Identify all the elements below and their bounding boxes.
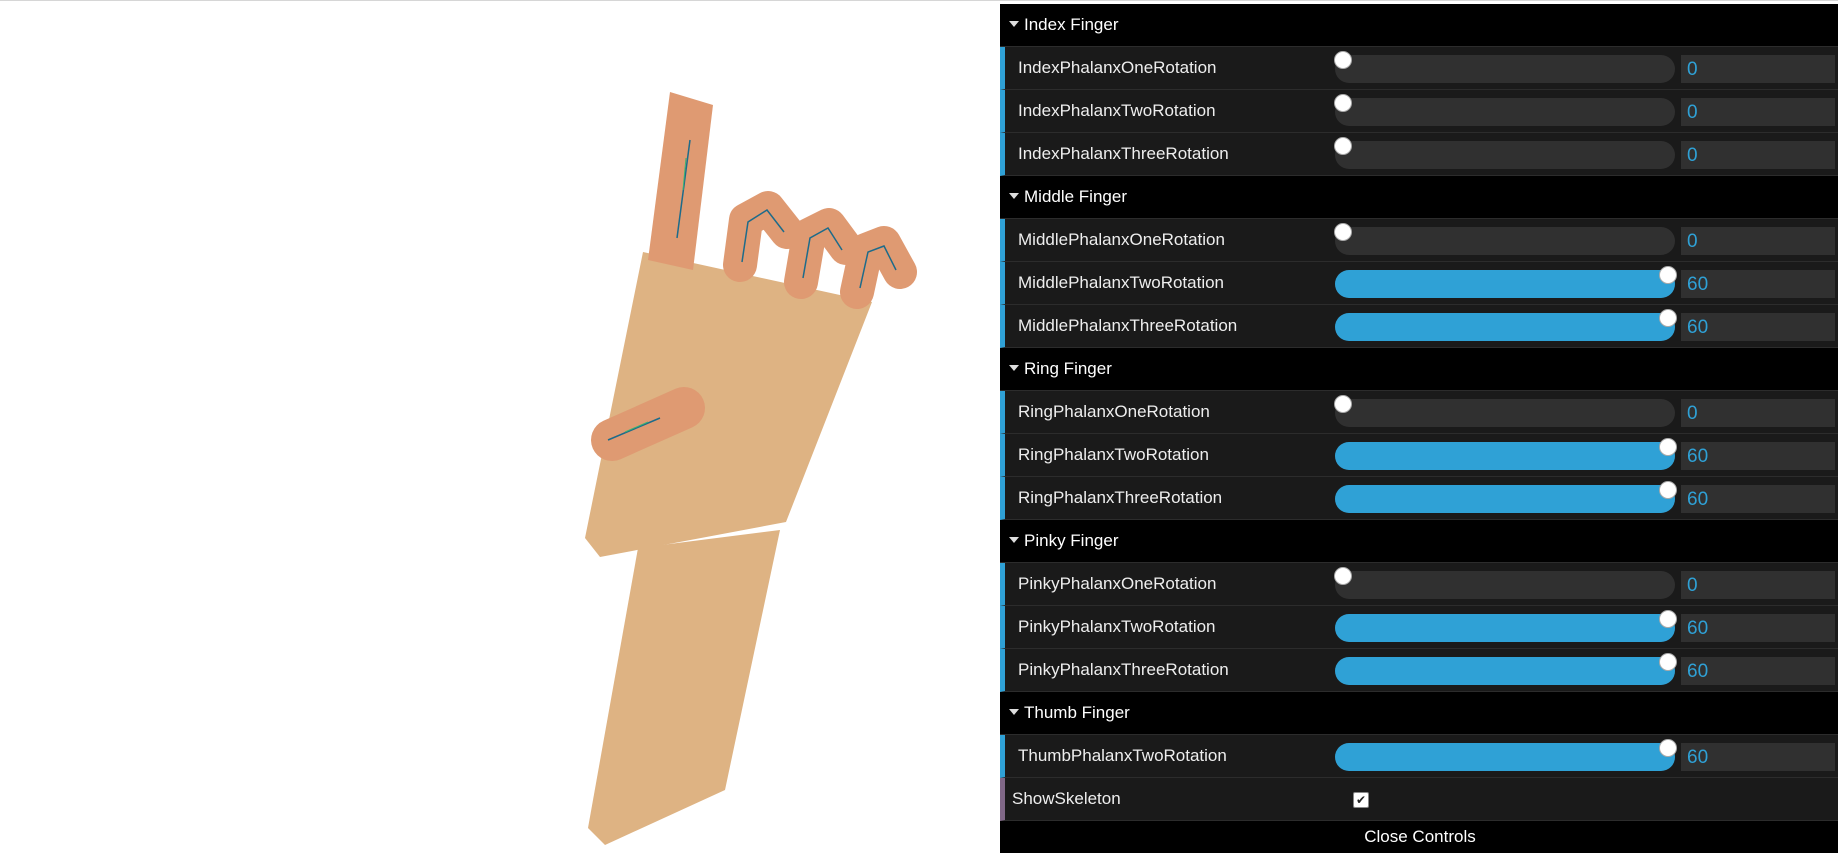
folder-title[interactable]: Middle Finger — [1000, 176, 1838, 219]
value-input[interactable]: 60 — [1681, 270, 1835, 298]
rotation-slider[interactable] — [1335, 438, 1677, 470]
slider-fill — [1335, 270, 1675, 298]
control-label: MiddlePhalanxTwoRotation — [1018, 273, 1225, 292]
show-skeleton-checkbox[interactable]: ✔ — [1353, 792, 1369, 808]
folder-title-label: Middle Finger — [1024, 187, 1127, 206]
folder-title-label: Pinky Finger — [1024, 531, 1119, 550]
control-label: RingPhalanxThreeRotation — [1018, 488, 1223, 507]
slider-knob[interactable] — [1659, 309, 1677, 327]
slider-knob[interactable] — [1659, 739, 1677, 757]
caret-down-icon — [1009, 709, 1019, 715]
slider-knob[interactable] — [1659, 653, 1677, 671]
rotation-slider[interactable] — [1334, 94, 1675, 126]
slider-knob[interactable] — [1659, 610, 1677, 628]
rotation-slider[interactable] — [1335, 739, 1677, 771]
slider-knob[interactable] — [1659, 438, 1677, 456]
control-label: IndexPhalanxThreeRotation — [1018, 144, 1229, 163]
caret-down-icon — [1009, 193, 1019, 199]
control-label: MiddlePhalanxThreeRotation — [1018, 316, 1238, 335]
value-input[interactable]: 60 — [1681, 485, 1835, 513]
slider-fill — [1335, 657, 1675, 685]
slider-control-row: IndexPhalanxTwoRotation 0 — [1000, 90, 1838, 133]
slider-control-row: RingPhalanxOneRotation 0 — [1000, 391, 1838, 434]
slider-fill — [1335, 485, 1675, 513]
rotation-slider[interactable] — [1335, 653, 1677, 685]
rotation-slider[interactable] — [1334, 395, 1675, 427]
slider-control-row: IndexPhalanxThreeRotation 0 — [1000, 133, 1838, 176]
control-label: RingPhalanxTwoRotation — [1018, 445, 1209, 464]
value-input[interactable]: 60 — [1681, 743, 1835, 771]
index-finger — [648, 92, 713, 270]
control-label: IndexPhalanxTwoRotation — [1018, 101, 1216, 120]
folder-title-label: Ring Finger — [1024, 359, 1112, 378]
value-input[interactable]: 60 — [1681, 313, 1835, 341]
slider-knob[interactable] — [1334, 51, 1352, 69]
slider-knob[interactable] — [1334, 137, 1352, 155]
control-label: RingPhalanxOneRotation — [1018, 402, 1210, 421]
slider-knob[interactable] — [1659, 266, 1677, 284]
slider-control-row: MiddlePhalanxOneRotation 0 — [1000, 219, 1838, 262]
value-input[interactable]: 60 — [1681, 657, 1835, 685]
control-label: IndexPhalanxOneRotation — [1018, 58, 1217, 77]
slider-fill — [1335, 614, 1675, 642]
control-label: PinkyPhalanxOneRotation — [1018, 574, 1217, 593]
rotation-slider[interactable] — [1334, 51, 1675, 83]
value-input[interactable]: 60 — [1681, 442, 1835, 470]
rotation-slider[interactable] — [1334, 137, 1675, 169]
slider-control-row: IndexPhalanxOneRotation 0 — [1000, 47, 1838, 90]
value-input[interactable]: 0 — [1681, 571, 1835, 599]
slider-control-row: RingPhalanxThreeRotation 60 — [1000, 477, 1838, 520]
rotation-slider[interactable] — [1334, 567, 1675, 599]
control-label: ThumbPhalanxTwoRotation — [1018, 746, 1227, 765]
close-controls-button[interactable]: Close Controls — [1000, 821, 1838, 853]
value-input[interactable]: 0 — [1681, 55, 1835, 83]
slider-fill — [1335, 442, 1675, 470]
rotation-slider[interactable] — [1335, 481, 1677, 513]
forearm — [588, 530, 780, 845]
rotation-slider[interactable] — [1335, 610, 1677, 642]
slider-control-row: PinkyPhalanxTwoRotation 60 — [1000, 606, 1838, 649]
folder-title[interactable]: Ring Finger — [1000, 348, 1838, 391]
value-input[interactable]: 0 — [1681, 227, 1835, 255]
value-input[interactable]: 0 — [1681, 399, 1835, 427]
slider-knob[interactable] — [1659, 481, 1677, 499]
slider-control-row: ThumbPhalanxTwoRotation 60 — [1000, 735, 1838, 778]
slider-knob[interactable] — [1334, 223, 1352, 241]
folder-title[interactable]: Thumb Finger — [1000, 692, 1838, 735]
slider-knob[interactable] — [1334, 395, 1352, 413]
slider-knob[interactable] — [1334, 94, 1352, 112]
value-input[interactable]: 0 — [1681, 98, 1835, 126]
folder-title[interactable]: Pinky Finger — [1000, 520, 1838, 563]
folder-title-label: Thumb Finger — [1024, 703, 1130, 722]
rotation-slider[interactable] — [1334, 223, 1675, 255]
slider-knob[interactable] — [1334, 567, 1352, 585]
slider-control-row: PinkyPhalanxThreeRotation 60 — [1000, 649, 1838, 692]
rotation-slider[interactable] — [1335, 309, 1677, 341]
show-skeleton-row: ShowSkeleton ✔ — [1000, 778, 1838, 821]
control-label: MiddlePhalanxOneRotation — [1018, 230, 1225, 249]
hand-3d-viewport[interactable] — [0, 0, 1000, 852]
slider-control-row: RingPhalanxTwoRotation 60 — [1000, 434, 1838, 477]
slider-fill — [1335, 743, 1675, 771]
folder-title[interactable]: Index Finger — [1000, 4, 1838, 47]
palm — [585, 252, 872, 557]
value-input[interactable]: 60 — [1681, 614, 1835, 642]
folder-title-label: Index Finger — [1024, 15, 1119, 34]
caret-down-icon — [1009, 537, 1019, 543]
control-label: PinkyPhalanxThreeRotation — [1018, 660, 1229, 679]
show-skeleton-label: ShowSkeleton — [1012, 789, 1121, 808]
caret-down-icon — [1009, 365, 1019, 371]
slider-control-row: PinkyPhalanxOneRotation 0 — [1000, 563, 1838, 606]
controls-panel: Index Finger IndexPhalanxOneRotation 0 Inde… — [1000, 4, 1838, 853]
caret-down-icon — [1009, 21, 1019, 27]
value-input[interactable]: 0 — [1681, 141, 1835, 169]
slider-control-row: MiddlePhalanxTwoRotation 60 — [1000, 262, 1838, 305]
rotation-slider[interactable] — [1335, 266, 1677, 298]
control-label: PinkyPhalanxTwoRotation — [1018, 617, 1216, 636]
slider-control-row: MiddlePhalanxThreeRotation 60 — [1000, 305, 1838, 348]
slider-fill — [1335, 313, 1675, 341]
